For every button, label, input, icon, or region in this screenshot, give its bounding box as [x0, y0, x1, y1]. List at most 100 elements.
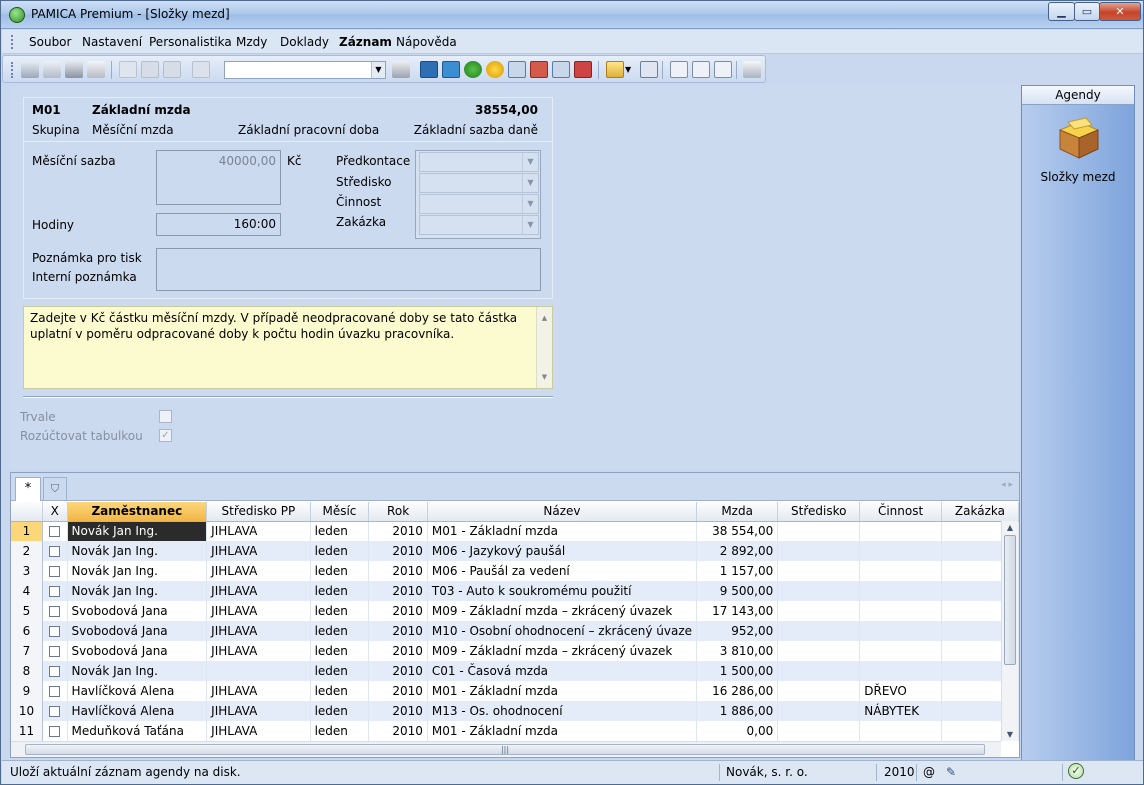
- cell-mzda[interactable]: 2 892,00: [696, 541, 779, 561]
- row-checkbox[interactable]: [49, 706, 61, 717]
- row-checkbox-cell[interactable]: [42, 521, 68, 541]
- cell-mesic[interactable]: leden: [310, 621, 370, 641]
- person-green-icon[interactable]: [464, 61, 482, 78]
- cell-nazev[interactable]: C01 - Časová mzda: [427, 661, 698, 681]
- cell-mzda[interactable]: 1 500,00: [696, 661, 779, 681]
- table-row[interactable]: 2 Novák Jan Ing. JIHLAVA leden 2010 M06 - Jaz…: [11, 541, 1020, 561]
- row-number[interactable]: 10: [11, 701, 43, 721]
- table-row[interactable]: 1 Novák Jan Ing. JIHLAVA leden 2010 M01 - Zák…: [11, 521, 1020, 541]
- filter-icon[interactable]: [392, 61, 410, 78]
- toolbar-grip[interactable]: [11, 62, 14, 78]
- copy-icon[interactable]: [192, 61, 210, 78]
- chevron-down-icon[interactable]: ▼: [522, 216, 538, 234]
- row-checkbox-cell[interactable]: [42, 541, 68, 561]
- cell-zamestnanec[interactable]: Novák Jan Ing.: [67, 661, 208, 681]
- cell-cinnost[interactable]: [859, 721, 942, 741]
- cell-zamestnanec[interactable]: Svobodová Jana: [67, 621, 208, 641]
- header-rok[interactable]: Rok: [368, 502, 428, 522]
- row-checkbox-cell[interactable]: [42, 681, 68, 701]
- cell-mesic[interactable]: leden: [310, 541, 370, 561]
- header-mzda[interactable]: Mzda: [696, 502, 779, 522]
- cell-cinnost[interactable]: [859, 661, 942, 681]
- chevron-down-icon[interactable]: ▼: [522, 195, 538, 213]
- cell-stredisko-pp[interactable]: [206, 661, 311, 681]
- row-checkbox[interactable]: [49, 526, 61, 538]
- cell-mzda[interactable]: 1 157,00: [696, 561, 779, 581]
- scroll-up-icon[interactable]: ▲: [1002, 523, 1018, 532]
- cell-nazev[interactable]: M09 - Základní mzda – zkrácený úvazek: [427, 641, 698, 661]
- cell-stredisko[interactable]: [777, 601, 861, 621]
- menu-doklady[interactable]: Doklady: [280, 35, 329, 49]
- header-nazev[interactable]: Název: [427, 502, 698, 522]
- rozuctovat-checkbox[interactable]: ✓: [159, 429, 172, 442]
- scroll-down-icon[interactable]: ▼: [537, 369, 552, 385]
- row-checkbox-cell[interactable]: [42, 561, 68, 581]
- cell-stredisko-pp[interactable]: JIHLAVA: [206, 561, 311, 581]
- cell-nazev[interactable]: M10 - Osobní ohodnocení – zkrácený úvaze: [427, 621, 698, 641]
- cell-stredisko[interactable]: [777, 721, 861, 741]
- row-checkbox[interactable]: [49, 626, 61, 637]
- cell-cinnost[interactable]: [859, 541, 942, 561]
- monthly-rate-field[interactable]: 40000,00: [156, 150, 281, 205]
- tab-new-record[interactable]: *: [15, 477, 41, 501]
- cell-zamestnanec[interactable]: Havlíčková Alena: [67, 681, 208, 701]
- cell-stredisko[interactable]: [777, 641, 861, 661]
- cell-zamestnanec[interactable]: Novák Jan Ing.: [67, 561, 208, 581]
- cell-rok[interactable]: 2010: [368, 541, 428, 561]
- cell-rok[interactable]: 2010: [368, 721, 428, 741]
- row-checkbox-cell[interactable]: [42, 661, 68, 681]
- print-preview-icon[interactable]: [87, 61, 105, 78]
- row-checkbox-cell[interactable]: [42, 581, 68, 601]
- menu-nastaveni[interactable]: Nastavení: [82, 35, 142, 49]
- cell-nazev[interactable]: M06 - Paušál za vedení: [427, 561, 698, 581]
- row-number[interactable]: 8: [11, 661, 43, 681]
- new-record-icon[interactable]: [119, 61, 137, 78]
- cell-mesic[interactable]: leden: [310, 561, 370, 581]
- cell-cinnost[interactable]: DŘEVO: [859, 681, 942, 701]
- row-checkbox-cell[interactable]: [42, 621, 68, 641]
- m-dark-red-icon[interactable]: [574, 61, 592, 78]
- menu-soubor[interactable]: Soubor: [29, 35, 71, 49]
- header-row-number[interactable]: [11, 502, 43, 522]
- m-red-icon[interactable]: [530, 61, 548, 78]
- cell-zamestnanec[interactable]: Novák Jan Ing.: [67, 581, 208, 601]
- cell-mzda[interactable]: 38 554,00: [696, 521, 779, 541]
- row-checkbox-cell[interactable]: [42, 721, 68, 741]
- save-icon[interactable]: [141, 61, 159, 78]
- maximize-button[interactable]: ▭: [1074, 2, 1100, 21]
- cell-stredisko-pp[interactable]: JIHLAVA: [206, 621, 311, 641]
- cell-stredisko[interactable]: [777, 621, 861, 641]
- cell-mzda[interactable]: 9 500,00: [696, 581, 779, 601]
- cell-cinnost[interactable]: [859, 621, 942, 641]
- cell-cinnost[interactable]: [859, 641, 942, 661]
- header-cinnost[interactable]: Činnost: [859, 502, 942, 522]
- cell-stredisko-pp[interactable]: JIHLAVA: [206, 641, 311, 661]
- header-zamestnanec[interactable]: Zaměstnanec: [67, 502, 208, 522]
- cell-mesic[interactable]: leden: [310, 521, 370, 541]
- row-number[interactable]: 1: [11, 521, 43, 541]
- minimize-button[interactable]: ▁: [1048, 2, 1075, 21]
- menu-personalistika[interactable]: Personalistika: [149, 35, 232, 49]
- cell-mzda[interactable]: 17 143,00: [696, 601, 779, 621]
- table-row[interactable]: 9 Havlíčková Alena JIHLAVA leden 2010 M01 - Z…: [11, 681, 1020, 701]
- row-checkbox[interactable]: [49, 666, 61, 677]
- row-checkbox[interactable]: [49, 606, 61, 617]
- header-stredisko-pp[interactable]: Středisko PP: [206, 502, 311, 522]
- cell-mesic[interactable]: leden: [310, 701, 370, 721]
- cell-rok[interactable]: 2010: [368, 521, 428, 541]
- row-number[interactable]: 9: [11, 681, 43, 701]
- row-number[interactable]: 4: [11, 581, 43, 601]
- save-all-icon[interactable]: [163, 61, 181, 78]
- menu-mzdy[interactable]: Mzdy: [236, 35, 267, 49]
- row-checkbox-cell[interactable]: [42, 641, 68, 661]
- cell-nazev[interactable]: M01 - Základní mzda: [427, 721, 698, 741]
- tab-scroll-arrows-icon[interactable]: ◂ ▸: [1001, 480, 1013, 490]
- cell-mzda[interactable]: 952,00: [696, 621, 779, 641]
- cell-rok[interactable]: 2010: [368, 561, 428, 581]
- row-checkbox[interactable]: [49, 566, 61, 577]
- row-number[interactable]: 3: [11, 561, 43, 581]
- cell-stredisko[interactable]: [777, 561, 861, 581]
- row-checkbox[interactable]: [49, 586, 61, 597]
- row-number[interactable]: 7: [11, 641, 43, 661]
- quick-filter-combo[interactable]: ▼: [224, 61, 386, 79]
